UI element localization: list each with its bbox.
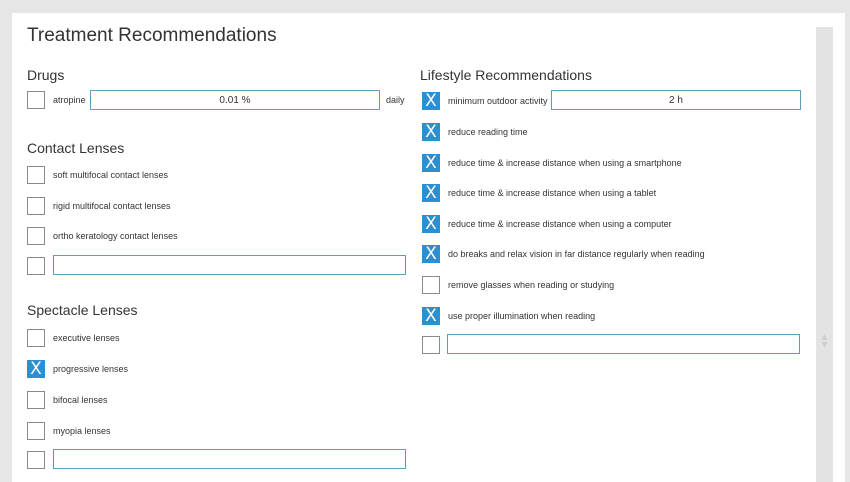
lifestyle-item: X reduce time & increase distance when u… [422, 214, 672, 234]
lifestyle-title: Lifestyle Recommendations [420, 67, 592, 83]
myopia-lenses-checkbox[interactable] [27, 422, 45, 440]
check-mark-icon: X [425, 243, 437, 264]
check-mark-icon: X [425, 152, 437, 173]
check-mark-icon: X [425, 121, 437, 142]
contact-lens-item: ortho keratology contact lenses [27, 226, 178, 246]
spectacle-lens-custom-checkbox[interactable] [27, 451, 45, 469]
atropine-checkbox[interactable] [27, 91, 45, 109]
outdoor-activity-input[interactable] [551, 90, 801, 110]
page-title: Treatment Recommendations [27, 25, 277, 46]
spectacle-lens-custom-row [27, 450, 45, 470]
lifestyle-item: remove glasses when reading or studying [422, 275, 614, 295]
lifestyle-item: X minimum outdoor activity [422, 91, 548, 111]
smartphone-label: reduce time & increase distance when usi… [448, 158, 682, 168]
lifestyle-item: X reduce time & increase distance when u… [422, 153, 682, 173]
illumination-checkbox[interactable]: X [422, 307, 440, 325]
breaks-checkbox[interactable]: X [422, 245, 440, 263]
progressive-lenses-label: progressive lenses [53, 364, 129, 374]
lifestyle-item: X do breaks and relax vision in far dist… [422, 244, 705, 264]
atropine-label: atropine [53, 95, 86, 105]
ortho-keratology-label: ortho keratology contact lenses [53, 231, 178, 241]
reduce-reading-checkbox[interactable]: X [422, 123, 440, 141]
outdoor-activity-checkbox[interactable]: X [422, 92, 440, 110]
progressive-lenses-checkbox[interactable]: X [27, 360, 45, 378]
remove-glasses-checkbox[interactable] [422, 276, 440, 294]
reduce-reading-label: reduce reading time [448, 127, 528, 137]
contact-lenses-title: Contact Lenses [27, 140, 125, 156]
lifestyle-item: X reduce reading time [422, 122, 528, 142]
check-mark-icon: X [425, 213, 437, 234]
bifocal-lenses-label: bifocal lenses [53, 395, 108, 405]
executive-lenses-checkbox[interactable] [27, 329, 45, 347]
lifestyle-item: X use proper illumination when reading [422, 306, 595, 326]
scroll-arrows-icon[interactable]: ▲ ▼ [819, 333, 830, 349]
rigid-multifocal-checkbox[interactable] [27, 197, 45, 215]
atropine-unit: daily [386, 95, 405, 105]
executive-lenses-label: executive lenses [53, 333, 120, 343]
spectacle-lens-custom-input[interactable] [53, 449, 406, 469]
spectacle-lenses-title: Spectacle Lenses [27, 302, 138, 318]
check-mark-icon: X [425, 90, 437, 111]
soft-multifocal-label: soft multifocal contact lenses [53, 170, 169, 180]
computer-checkbox[interactable]: X [422, 215, 440, 233]
breaks-label: do breaks and relax vision in far distan… [448, 249, 705, 259]
contact-lens-custom-row [27, 256, 45, 276]
check-mark-icon: X [425, 182, 437, 203]
outdoor-activity-label: minimum outdoor activity [448, 96, 548, 106]
atropine-dose-input[interactable] [90, 90, 380, 110]
contact-lens-item: soft multifocal contact lenses [27, 165, 168, 185]
contact-lens-custom-input[interactable] [53, 255, 406, 275]
drug-row-atropine: atropine [27, 90, 86, 110]
computer-label: reduce time & increase distance when usi… [448, 219, 672, 229]
ortho-keratology-checkbox[interactable] [27, 227, 45, 245]
spectacle-lens-item: X progressive lenses [27, 359, 128, 379]
illumination-label: use proper illumination when reading [448, 311, 596, 321]
smartphone-checkbox[interactable]: X [422, 154, 440, 172]
rigid-multifocal-label: rigid multifocal contact lenses [53, 201, 171, 211]
lifestyle-custom-input[interactable] [447, 334, 800, 354]
contact-lens-custom-checkbox[interactable] [27, 257, 45, 275]
check-mark-icon: X [425, 305, 437, 326]
vertical-scrollbar[interactable]: ▲ ▼ [816, 27, 833, 482]
drugs-title: Drugs [27, 67, 65, 83]
lifestyle-custom-checkbox[interactable] [422, 336, 440, 354]
myopia-lenses-label: myopia lenses [53, 426, 111, 436]
tablet-checkbox[interactable]: X [422, 184, 440, 202]
lifestyle-custom-row [422, 335, 440, 355]
spectacle-lens-item: bifocal lenses [27, 390, 108, 410]
spectacle-lens-item: myopia lenses [27, 421, 111, 441]
remove-glasses-label: remove glasses when reading or studying [448, 280, 615, 290]
bifocal-lenses-checkbox[interactable] [27, 391, 45, 409]
lifestyle-item: X reduce time & increase distance when u… [422, 183, 656, 203]
tablet-label: reduce time & increase distance when usi… [448, 188, 657, 198]
contact-lens-item: rigid multifocal contact lenses [27, 196, 171, 216]
soft-multifocal-checkbox[interactable] [27, 166, 45, 184]
spectacle-lens-item: executive lenses [27, 328, 120, 348]
treatment-panel: Treatment Recommendations Drugs atropine… [12, 13, 845, 482]
check-mark-icon: X [30, 358, 42, 379]
